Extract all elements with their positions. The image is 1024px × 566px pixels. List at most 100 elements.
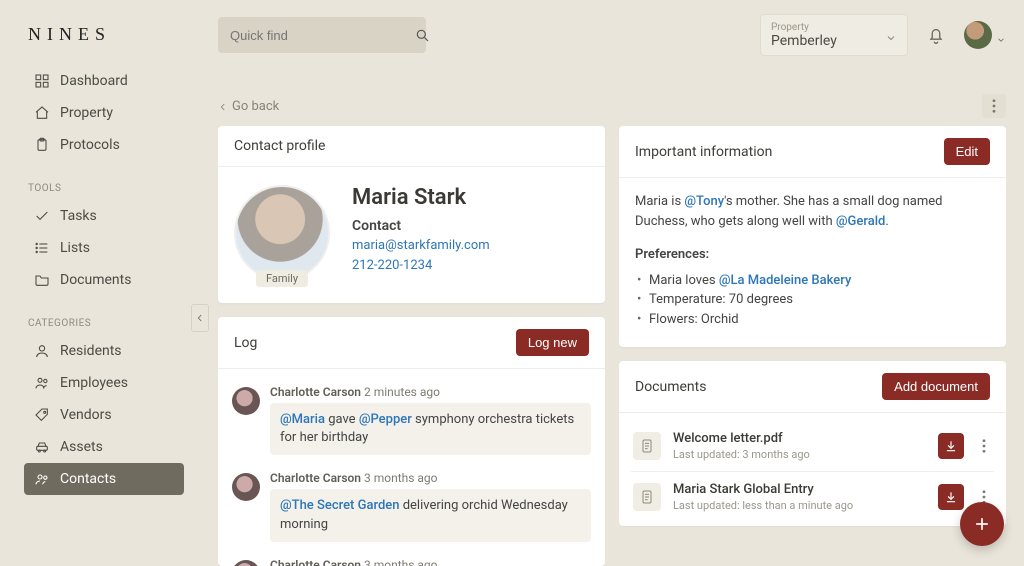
log-item: Charlotte Carson 3 months ago Maria sent…: [230, 552, 593, 566]
document-row[interactable]: Welcome letter.pdf Last updated: 3 month…: [631, 421, 994, 472]
sidebar-item-label: Employees: [60, 375, 128, 391]
profile-phone-link[interactable]: 212-220-1234: [352, 256, 490, 276]
bell-icon: [926, 25, 946, 45]
notifications-button[interactable]: [926, 25, 946, 45]
nav-categories: CATEGORIES Residents Employees Vendors A…: [0, 296, 200, 495]
search-input[interactable]: [230, 28, 406, 43]
log-author: Charlotte Carson: [270, 558, 361, 566]
preferences-heading: Preferences:: [635, 245, 990, 265]
mention[interactable]: @Pepper: [359, 412, 412, 427]
mention[interactable]: @Gerald: [836, 214, 886, 229]
chevron-left-icon: [195, 313, 205, 323]
sidebar: NINES Dashboard Property Protocols TOOLS…: [0, 0, 200, 566]
log-card: Log Log new Charlotte Carson 2 minutes a…: [218, 317, 605, 566]
profile-email-link[interactable]: maria@starkfamily.com: [352, 236, 490, 256]
log-text: gave: [325, 412, 359, 427]
profile-name: Maria Stark: [352, 185, 490, 210]
tag-icon: [34, 407, 50, 423]
log-new-button[interactable]: Log new: [516, 329, 589, 356]
sidebar-item-vendors[interactable]: Vendors: [24, 399, 184, 431]
sidebar-item-label: Protocols: [60, 137, 120, 153]
sidebar-collapse-button[interactable]: [191, 304, 209, 332]
brand-logo: NINES: [0, 18, 200, 59]
sidebar-item-label: Assets: [60, 439, 103, 455]
mention[interactable]: @Maria: [280, 412, 325, 427]
check-icon: [34, 208, 50, 224]
go-back-link[interactable]: Go back: [218, 99, 279, 114]
sidebar-item-employees[interactable]: Employees: [24, 367, 184, 399]
download-button[interactable]: [938, 484, 964, 510]
folder-icon: [34, 272, 50, 288]
preference-item: Temperature: 70 degrees: [635, 290, 990, 310]
home-icon: [34, 105, 50, 121]
sidebar-item-label: Dashboard: [60, 73, 128, 89]
sidebar-item-label: Vendors: [60, 407, 112, 423]
sidebar-item-label: Residents: [60, 343, 122, 359]
pref-text: Maria loves: [649, 273, 719, 288]
kebab-icon: [982, 439, 986, 453]
property-selector[interactable]: Property Pemberley: [760, 14, 908, 56]
log-item: Charlotte Carson 3 months ago @The Secre…: [230, 465, 593, 551]
person-icon: [34, 343, 50, 359]
dashboard-icon: [34, 73, 50, 89]
sidebar-item-contacts[interactable]: Contacts: [24, 463, 184, 495]
quick-find-search[interactable]: [218, 17, 426, 53]
sidebar-item-label: Lists: [60, 240, 90, 256]
add-document-button[interactable]: Add document: [882, 373, 990, 400]
add-fab[interactable]: [960, 502, 1004, 546]
chevron-down-icon: [885, 29, 897, 41]
sidebar-item-label: Documents: [60, 272, 131, 288]
main-area: Property Pemberley Go back: [200, 0, 1024, 566]
nav-tools: TOOLS Tasks Lists Documents: [0, 161, 200, 296]
contacts-icon: [34, 471, 50, 487]
preference-item: Maria loves @La Madeleine Bakery: [635, 271, 990, 291]
document-subtitle: Last updated: less than a minute ago: [673, 499, 926, 512]
document-more-menu[interactable]: [976, 439, 992, 453]
sidebar-item-dashboard[interactable]: Dashboard: [24, 65, 184, 97]
categories-heading: CATEGORIES: [28, 318, 184, 329]
chevron-down-icon: [996, 30, 1006, 40]
kebab-icon: [992, 99, 996, 113]
important-info-card: Important information Edit Maria is @Ton…: [619, 126, 1006, 347]
account-menu[interactable]: [964, 21, 1006, 49]
avatar: [232, 473, 260, 501]
plus-icon: [972, 514, 992, 534]
document-subtitle: Last updated: 3 months ago: [673, 448, 926, 461]
list-icon: [34, 240, 50, 256]
page-more-menu[interactable]: [982, 94, 1006, 118]
edit-button[interactable]: Edit: [944, 138, 990, 165]
sidebar-item-tasks[interactable]: Tasks: [24, 200, 184, 232]
page-header-row: Go back: [218, 66, 1006, 126]
log-meta: Charlotte Carson 2 minutes ago: [270, 385, 591, 399]
mention[interactable]: @The Secret Garden: [280, 498, 399, 513]
documents-card: Documents Add document Welcome letter.pd…: [619, 361, 1006, 526]
log-entry[interactable]: @Maria gave @Pepper symphony orchestra t…: [270, 403, 591, 455]
sidebar-item-label: Tasks: [60, 208, 97, 224]
sidebar-item-assets[interactable]: Assets: [24, 431, 184, 463]
log-list: Charlotte Carson 2 minutes ago @Maria ga…: [218, 369, 605, 566]
document-row[interactable]: Maria Stark Global Entry Last updated: l…: [631, 472, 994, 522]
go-back-label: Go back: [232, 99, 279, 114]
download-button[interactable]: [938, 433, 964, 459]
mention[interactable]: @Tony: [684, 194, 724, 209]
download-icon: [944, 490, 958, 504]
property-selector-label: Property: [771, 22, 897, 33]
log-author: Charlotte Carson: [270, 471, 361, 485]
sidebar-item-lists[interactable]: Lists: [24, 232, 184, 264]
log-entry[interactable]: @The Secret Garden delivering orchid Wed…: [270, 489, 591, 541]
chevron-left-icon: [218, 101, 228, 111]
info-text: Maria is: [635, 194, 684, 209]
sidebar-item-documents[interactable]: Documents: [24, 264, 184, 296]
sidebar-item-residents[interactable]: Residents: [24, 335, 184, 367]
card-title: Documents: [635, 379, 706, 395]
important-intro: Maria is @Tony's mother. She has a small…: [635, 192, 990, 231]
profile-photo-wrap: Family: [234, 185, 330, 281]
profile-badge: Family: [256, 270, 308, 287]
sidebar-item-protocols[interactable]: Protocols: [24, 129, 184, 161]
profile-photo: [234, 185, 330, 281]
property-selector-value: Pemberley: [771, 33, 897, 49]
sidebar-item-property[interactable]: Property: [24, 97, 184, 129]
topbar: Property Pemberley: [218, 0, 1006, 66]
car-icon: [34, 439, 50, 455]
mention[interactable]: @La Madeleine Bakery: [719, 273, 852, 288]
